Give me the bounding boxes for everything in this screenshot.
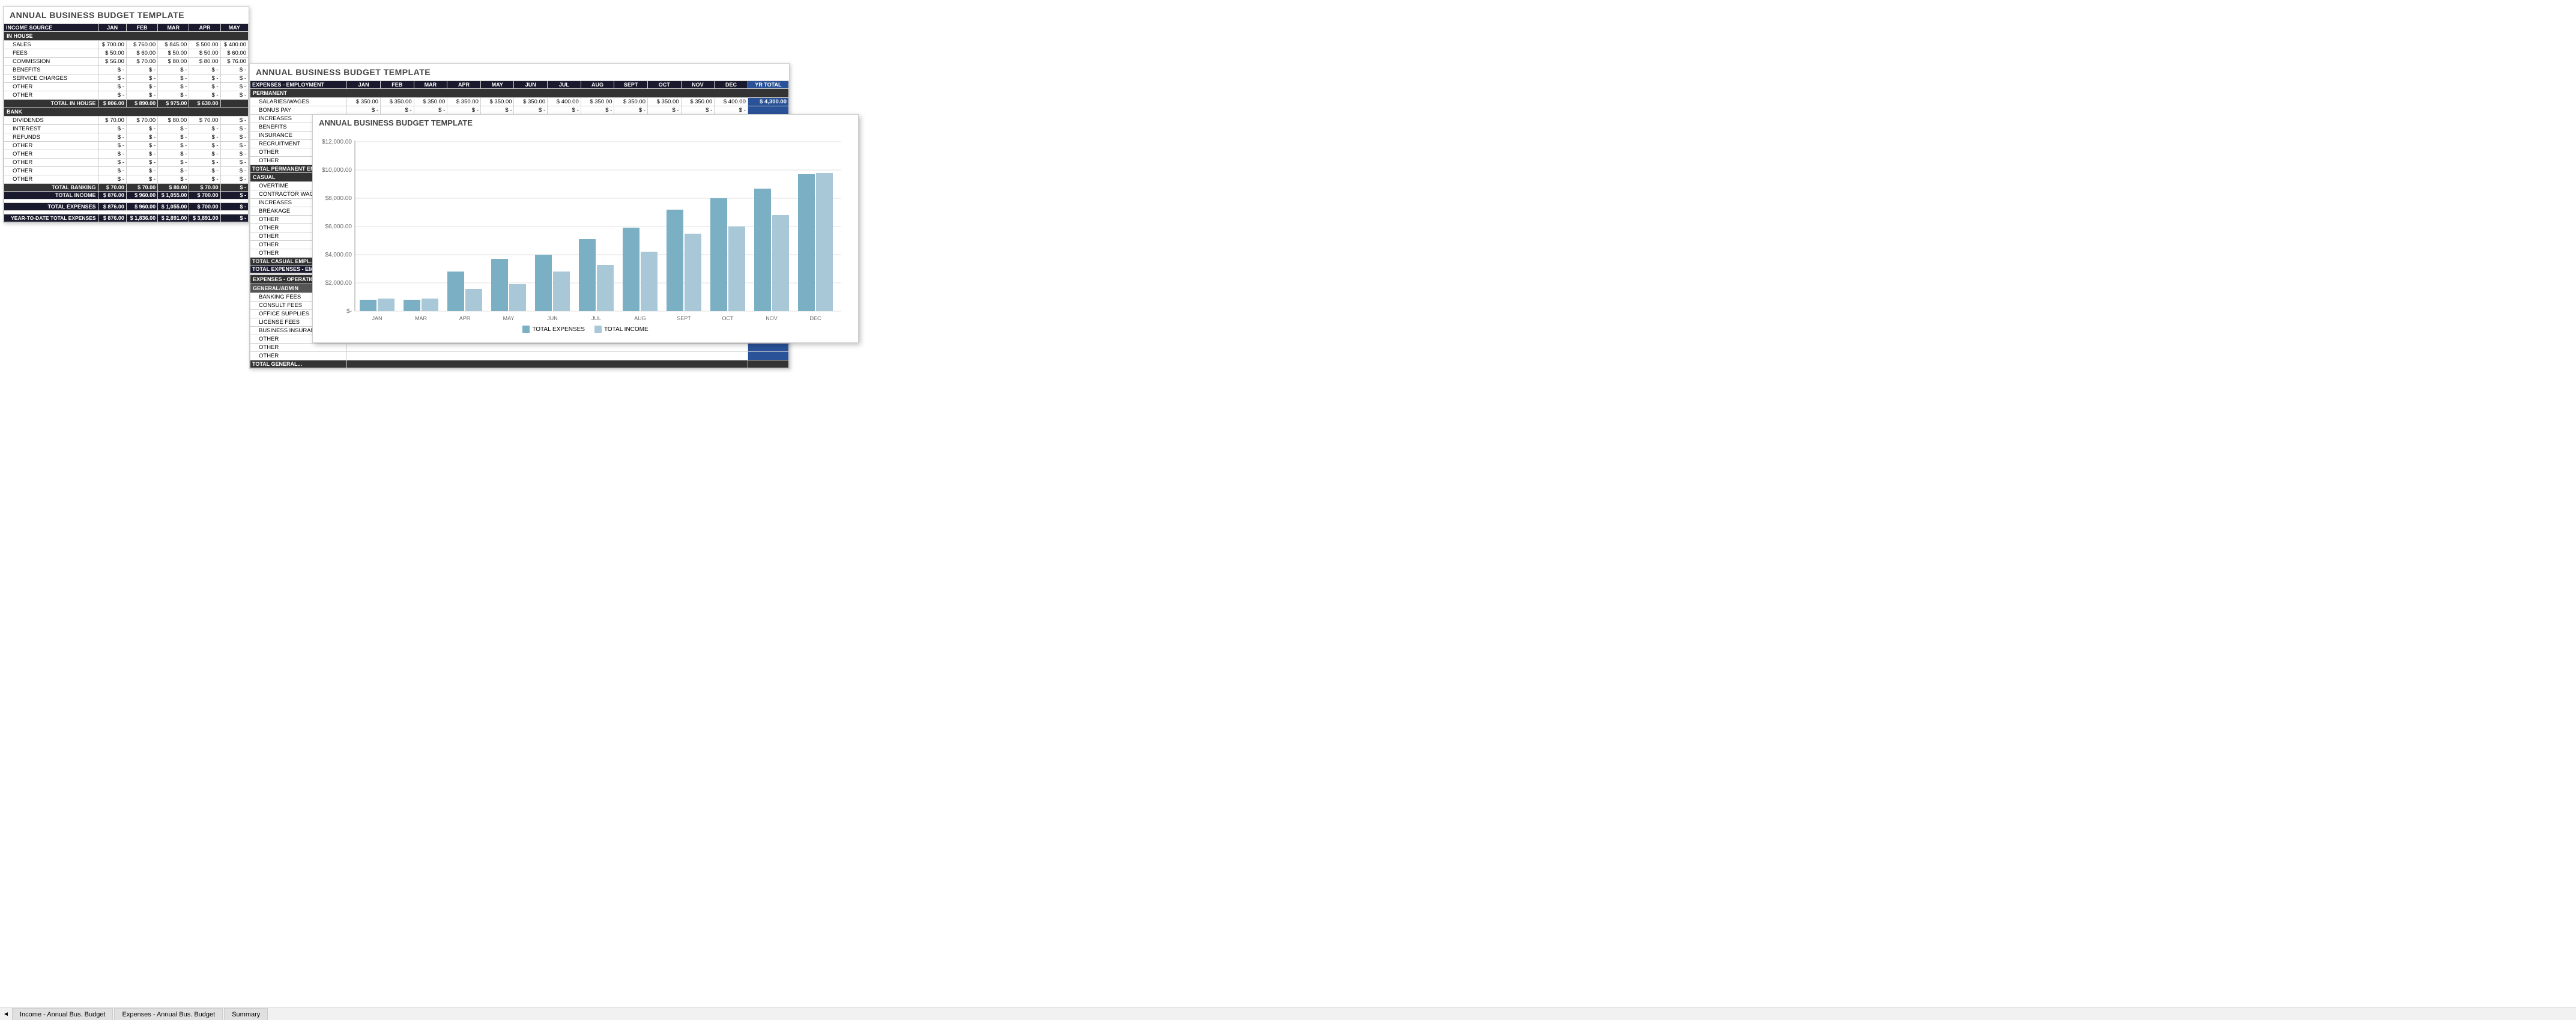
income-title: ANNUAL BUSINESS BUDGET TEMPLATE	[4, 7, 249, 23]
svg-text:$10,000.00: $10,000.00	[322, 167, 352, 174]
legend-expenses: TOTAL EXPENSES	[522, 326, 585, 333]
sales-label: SALES	[4, 41, 99, 49]
svg-text:SEPT: SEPT	[677, 315, 691, 321]
svg-text:$4,000.00: $4,000.00	[325, 252, 352, 258]
sheet-tabs-bar: ◄ Income - Annual Bus. Budget Expenses -…	[0, 1007, 2576, 1020]
chart-panel: ANNUAL BUSINESS BUDGET TEMPLATE $- $2,00…	[312, 114, 859, 343]
total-banking-row: TOTAL BANKING $ 70.00 $ 70.00 $ 80.00 $ …	[4, 184, 249, 192]
expenses-title: ANNUAL BUSINESS BUDGET TEMPLATE	[250, 64, 789, 80]
table-row: OTHER $ - $ - $ - $ - $ -	[4, 150, 249, 159]
svg-text:JAN: JAN	[372, 315, 382, 321]
table-row: FEES $ 50.00 $ 60.00 $ 50.00 $ 50.00 $ 6…	[4, 49, 249, 58]
sales-jan: $ 700.00	[98, 41, 126, 49]
table-row: OTHER $ - $ - $ - $ - $ -	[4, 91, 249, 100]
table-row: OTHER $ - $ - $ - $ - $ -	[4, 83, 249, 91]
chart-legend: TOTAL EXPENSES TOTAL INCOME	[319, 322, 852, 336]
table-row: REFUNDS $ - $ - $ - $ - $ -	[4, 133, 249, 142]
legend-income-color	[594, 326, 602, 333]
table-row: SERVICE CHARGES $ - $ - $ - $ - $ -	[4, 74, 249, 83]
svg-text:DEC: DEC	[809, 315, 821, 321]
table-row: OTHER $ - $ - $ - $ - $ -	[4, 175, 249, 184]
legend-income: TOTAL INCOME	[594, 326, 649, 333]
table-row: OTHER $ - $ - $ - $ - $ -	[4, 167, 249, 175]
total-general-row: TOTAL GENERAL...	[250, 360, 789, 368]
tab-summary[interactable]: Summary	[224, 1008, 268, 1020]
svg-text:$6,000.00: $6,000.00	[325, 223, 352, 230]
chart-container: $- $2,000.00 $4,000.00 $6,000.00 $8,000.…	[313, 130, 858, 342]
in-house-label: IN HOUSE	[4, 32, 249, 41]
income-table: INCOME SOURCE JAN FEB MAR APR MAY IN HOU…	[4, 23, 249, 222]
svg-text:$8,000.00: $8,000.00	[325, 195, 352, 202]
col-jan: JAN	[98, 24, 126, 32]
in-house-header: IN HOUSE	[4, 32, 249, 41]
legend-expenses-label: TOTAL EXPENSES	[532, 326, 585, 333]
col-may-h: MAY	[220, 24, 248, 32]
col-mar: MAR	[158, 24, 189, 32]
tab-income[interactable]: Income - Annual Bus. Budget	[12, 1008, 113, 1020]
svg-text:OCT: OCT	[722, 315, 734, 321]
table-row: BONUS PAY $ - $ - $ - $ - $ - $ - $ - $ …	[250, 106, 789, 115]
table-row: OTHER	[250, 352, 789, 360]
legend-income-label: TOTAL INCOME	[604, 326, 649, 333]
bar-jan-income	[378, 299, 395, 311]
svg-text:APR: APR	[459, 315, 471, 321]
total-in-house-row: TOTAL IN HOUSE $ 806.00 $ 890.00 $ 975.0…	[4, 100, 249, 108]
table-row: BENEFITS $ - $ - $ - $ - $ -	[4, 66, 249, 74]
chart-title: ANNUAL BUSINESS BUDGET TEMPLATE	[313, 115, 858, 130]
table-row: SALES $ 700.00 $ 760.00 $ 845.00 $ 500.0…	[4, 41, 249, 49]
col-apr: APR	[189, 24, 220, 32]
table-row: INTEREST $ - $ - $ - $ - $ -	[4, 125, 249, 133]
svg-text:NOV: NOV	[766, 315, 778, 321]
bar-jan-expenses	[360, 300, 376, 311]
col-exp-label: EXPENSES - EMPLOYMENT	[250, 81, 347, 89]
svg-text:$-: $-	[346, 308, 352, 315]
expenses-header-row: EXPENSES - EMPLOYMENT JAN FEB MAR APR MA…	[250, 81, 789, 89]
sheet-nav-left[interactable]: ◄	[0, 1008, 12, 1020]
legend-expenses-color	[522, 326, 530, 333]
income-header-row: INCOME SOURCE JAN FEB MAR APR MAY	[4, 24, 249, 32]
total-expenses-summary-row: TOTAL EXPENSES $ 876.00 $ 960.00 $ 1,055…	[4, 203, 249, 211]
svg-text:MAY: MAY	[503, 315, 515, 321]
bar-chart: $- $2,000.00 $4,000.00 $6,000.00 $8,000.…	[319, 136, 847, 322]
permanent-header: PERMANENT	[250, 89, 789, 98]
svg-text:JUN: JUN	[547, 315, 558, 321]
total-in-house-label: TOTAL IN HOUSE	[4, 100, 99, 108]
svg-text:MAR: MAR	[415, 315, 428, 321]
svg-text:$12,000.00: $12,000.00	[322, 139, 352, 145]
bank-label: BANK	[4, 108, 249, 117]
col-feb: FEB	[126, 24, 157, 32]
svg-text:$2,000.00: $2,000.00	[325, 280, 352, 287]
table-row: SALARIES/WAGES $ 350.00 $ 350.00 $ 350.0…	[250, 98, 789, 106]
table-row: COMMISSION $ 56.00 $ 70.00 $ 80.00 $ 80.…	[4, 58, 249, 66]
table-row: OTHER $ - $ - $ - $ - $ -	[4, 159, 249, 167]
main-content: ANNUAL BUSINESS BUDGET TEMPLATE INCOME S…	[0, 0, 2576, 1007]
ytd-row: YEAR-TO-DATE TOTAL EXPENSES $ 876.00 $ 1…	[4, 214, 249, 222]
bank-header: BANK	[4, 108, 249, 117]
tab-expenses[interactable]: Expenses - Annual Bus. Budget	[114, 1008, 223, 1020]
table-row: DIVIDENDS $ 70.00 $ 70.00 $ 80.00 $ 70.0…	[4, 117, 249, 125]
col-income-source: INCOME SOURCE	[4, 24, 99, 32]
svg-text:JUL: JUL	[591, 315, 601, 321]
svg-text:AUG: AUG	[634, 315, 646, 321]
income-panel: ANNUAL BUSINESS BUDGET TEMPLATE INCOME S…	[3, 6, 249, 223]
table-row: OTHER $ - $ - $ - $ - $ -	[4, 142, 249, 150]
total-income-row: TOTAL INCOME $ 876.00 $ 960.00 $ 1,055.0…	[4, 192, 249, 199]
table-row: OTHER	[250, 344, 789, 352]
